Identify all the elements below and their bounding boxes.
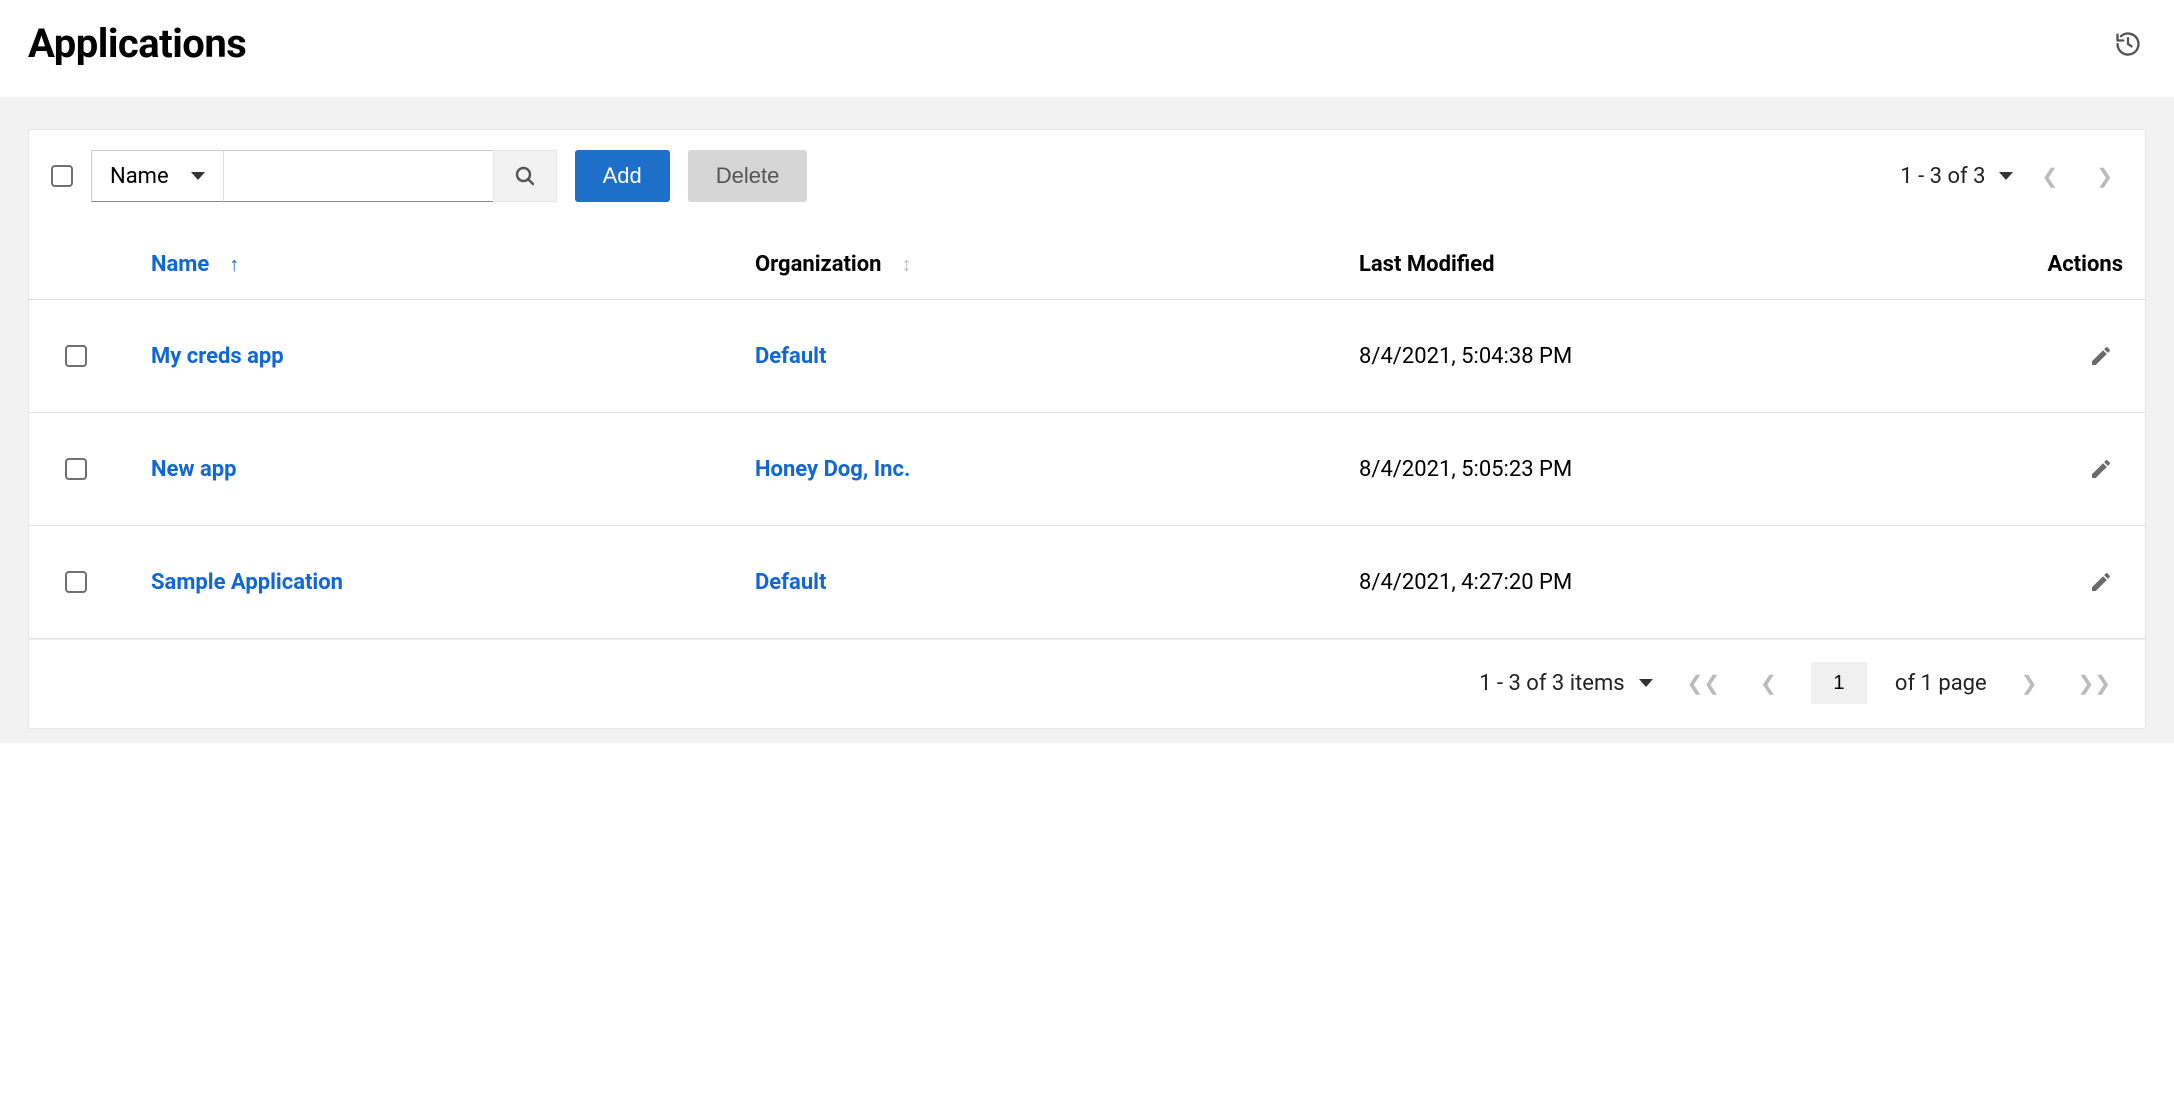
chevron-left-icon: ❮ [1760,671,1777,695]
column-header-actions-label: Actions [2047,252,2123,277]
search-button[interactable] [493,150,557,202]
history-icon [2114,30,2142,58]
pencil-icon [2089,344,2113,368]
items-range-text: 1 - 3 of 3 items [1479,671,1625,696]
pencil-icon [2089,570,2113,594]
row-checkbox[interactable] [65,571,87,593]
chevron-down-icon [1639,679,1653,687]
add-button[interactable]: Add [575,150,670,202]
table-row: New app Honey Dog, Inc. 8/4/2021, 5:05:2… [29,413,2145,526]
column-header-name[interactable]: Name ↑ [151,252,755,277]
row-checkbox[interactable] [65,458,87,480]
chevron-left-icon: ❮ [2041,164,2058,188]
column-header-actions: Actions [1963,252,2123,277]
double-chevron-left-icon: ❮❮ [1687,671,1721,695]
page-range-select[interactable]: 1 - 3 of 3 [1900,164,2013,189]
chevron-right-icon: ❯ [2021,671,2038,695]
row-checkbox[interactable] [65,345,87,367]
column-header-last-modified-label: Last Modified [1359,252,1494,277]
page-number-input[interactable] [1811,662,1867,704]
filter-field-select[interactable]: Name [91,150,223,202]
organization-link[interactable]: Honey Dog, Inc. [755,457,910,482]
content-area: Name Add Delete [0,97,2174,743]
last-modified-cell: 8/4/2021, 4:27:20 PM [1359,570,1963,595]
next-page-button[interactable]: ❯ [2015,667,2044,699]
page: Applications Name [0,0,2174,743]
sort-ascending-icon: ↑ [229,252,239,277]
first-page-button[interactable]: ❮❮ [1681,667,1727,699]
organization-link[interactable]: Default [755,570,826,595]
next-page-button[interactable]: ❯ [2086,158,2123,194]
select-all-checkbox[interactable] [51,165,73,187]
table-row: My creds app Default 8/4/2021, 5:04:38 P… [29,300,2145,413]
application-name-link[interactable]: My creds app [151,344,284,369]
history-button[interactable] [2110,26,2146,62]
applications-panel: Name Add Delete [28,129,2146,729]
application-name-link[interactable]: Sample Application [151,570,343,595]
filter-input[interactable] [223,150,493,202]
double-chevron-right-icon: ❯❯ [2077,671,2111,695]
of-pages-label: of 1 page [1895,671,1987,696]
edit-button[interactable] [2085,340,2117,372]
prev-page-button[interactable]: ❮ [1754,667,1783,699]
last-modified-cell: 8/4/2021, 5:05:23 PM [1359,457,1963,482]
toolbar: Name Add Delete [29,130,2145,222]
page-header: Applications [0,0,2174,97]
column-header-organization-label: Organization [755,252,882,277]
prev-page-button[interactable]: ❮ [2031,158,2068,194]
chevron-down-icon [1999,172,2013,180]
table-header: Name ↑ Organization ↕ Last Modified Acti… [29,222,2145,300]
delete-button[interactable]: Delete [688,150,808,202]
column-header-last-modified[interactable]: Last Modified [1359,252,1963,277]
pencil-icon [2089,457,2113,481]
search-icon [513,164,537,188]
filter-group: Name [91,150,557,202]
organization-link[interactable]: Default [755,344,826,369]
chevron-right-icon: ❯ [2096,164,2113,188]
page-title: Applications [28,20,246,67]
top-pager: 1 - 3 of 3 ❮ ❯ [1900,158,2123,194]
last-modified-cell: 8/4/2021, 5:04:38 PM [1359,344,1963,369]
filter-field-label: Name [110,164,169,189]
table-row: Sample Application Default 8/4/2021, 4:2… [29,526,2145,639]
sort-none-icon: ↕ [902,252,912,277]
edit-button[interactable] [2085,453,2117,485]
column-header-name-label: Name [151,252,209,277]
column-header-organization[interactable]: Organization ↕ [755,252,1359,277]
page-range-text: 1 - 3 of 3 [1900,164,1985,189]
chevron-down-icon [191,172,205,180]
edit-button[interactable] [2085,566,2117,598]
footer-pager: 1 - 3 of 3 items ❮❮ ❮ of 1 page ❯ ❯❯ [29,639,2145,728]
last-page-button[interactable]: ❯❯ [2071,667,2117,699]
application-name-link[interactable]: New app [151,457,237,482]
items-per-page-select[interactable]: 1 - 3 of 3 items [1479,671,1653,696]
